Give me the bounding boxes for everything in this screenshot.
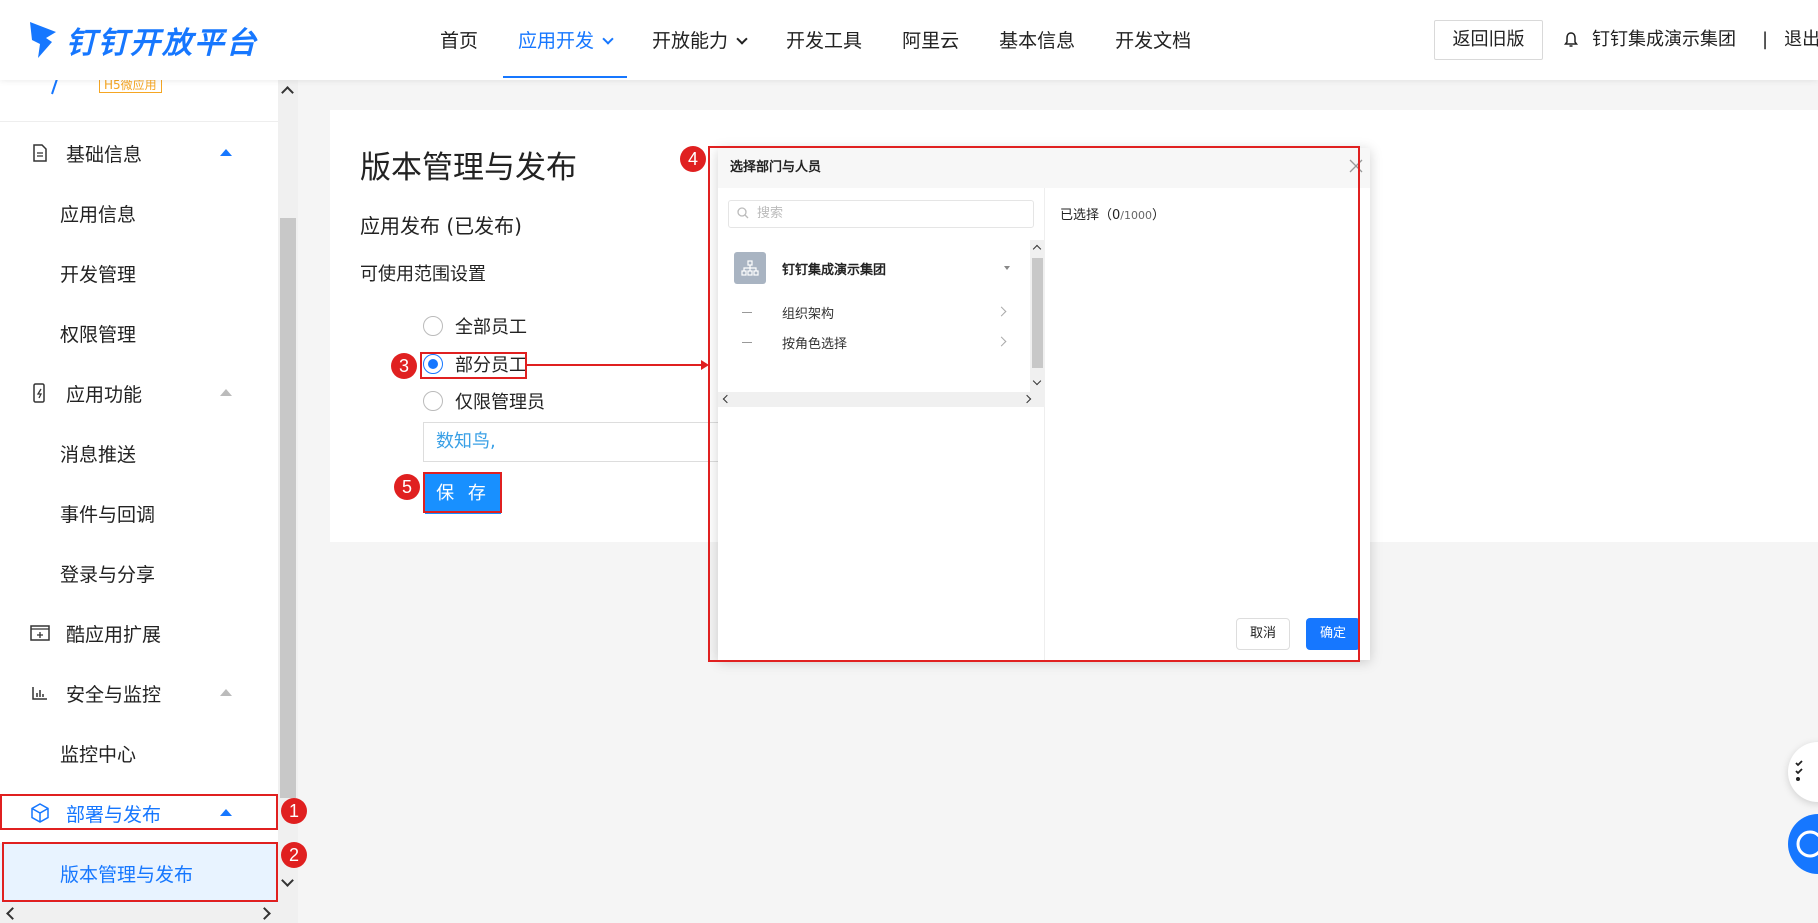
scroll-right-arrow-icon[interactable] <box>258 907 271 920</box>
return-old-version-button[interactable]: 返回旧版 <box>1434 20 1543 60</box>
radio-circle[interactable] <box>423 391 443 411</box>
annotation-number-1: 1 <box>281 798 307 824</box>
scroll-left-arrow-icon[interactable] <box>6 907 19 920</box>
nav-label: 首页 <box>440 30 479 52</box>
sidebar-item-label: 应用功能 <box>66 383 143 406</box>
app-type-tag: H5微应用 <box>99 78 162 93</box>
sidebar-group-security[interactable]: 安全与监控 <box>0 663 278 723</box>
nav-label: 基本信息 <box>999 30 1076 52</box>
separator: | <box>1762 29 1769 50</box>
nav-app-development[interactable]: 应用开发 <box>498 0 632 80</box>
annotation-number-2: 2 <box>281 842 307 868</box>
sidebar-horizontal-scrollbar[interactable] <box>0 903 278 923</box>
floating-assistant-button[interactable] <box>1788 814 1818 874</box>
sidebar-item-label: 基础信息 <box>66 143 143 166</box>
radio-label: 全部员工 <box>455 317 527 338</box>
scroll-down-arrow-icon[interactable] <box>281 874 294 887</box>
radio-all-staff[interactable]: 全部员工 <box>423 311 527 341</box>
bell-icon[interactable] <box>1562 31 1580 49</box>
annotation-number-5: 5 <box>394 474 420 500</box>
collapse-caret-icon <box>220 689 232 696</box>
document-icon <box>30 143 50 163</box>
bar-chart-icon <box>30 683 50 703</box>
annotation-box-3 <box>420 352 527 379</box>
collapse-caret-icon <box>220 389 232 396</box>
sidebar-item-label: 消息推送 <box>60 443 137 466</box>
sidebar-item-label: 监控中心 <box>60 743 137 766</box>
floating-checklist-button[interactable] <box>1788 742 1818 802</box>
plus-box-icon <box>30 623 50 643</box>
sidebar-item-label: 开发管理 <box>60 263 137 286</box>
org-area: 钉钉集成演示集团 | 退出 <box>1562 20 1818 60</box>
sidebar-vertical-scrollbar[interactable] <box>278 80 298 923</box>
scroll-up-arrow-icon[interactable] <box>281 86 294 99</box>
annotation-arrow <box>527 360 709 370</box>
chevron-down-icon <box>602 33 614 45</box>
sidebar-item-permission[interactable]: 权限管理 <box>0 303 278 363</box>
dingtalk-logo-icon <box>30 22 56 58</box>
nav-label: 开放能力 <box>652 30 729 52</box>
top-navigation-bar: 钉钉开放平台 首页 应用开发 开放能力 开发工具 阿里云 基本信息 开发文档 返… <box>0 0 1818 80</box>
nav-basic-info[interactable]: 基本信息 <box>979 0 1095 80</box>
checklist-icon <box>1795 760 1803 781</box>
nav-label: 开发工具 <box>786 30 863 52</box>
nav-label: 开发文档 <box>1115 30 1192 52</box>
sidebar-item-label: 权限管理 <box>60 323 137 346</box>
sidebar-item-label: 事件与回调 <box>60 503 156 526</box>
sidebar-item-events-callbacks[interactable]: 事件与回调 <box>0 483 278 543</box>
scope-member-input[interactable]: 数知鸟, <box>423 422 723 462</box>
radio-label: 仅限管理员 <box>455 392 545 413</box>
sidebar-item-login-share[interactable]: 登录与分享 <box>0 543 278 603</box>
annotation-box-4 <box>708 146 1360 662</box>
collapse-caret-icon <box>220 149 232 156</box>
sidebar-item-label: 安全与监控 <box>66 683 162 706</box>
app-header: H5微应用 <box>0 76 278 122</box>
nav-dev-tools[interactable]: 开发工具 <box>766 0 882 80</box>
chevron-down-icon <box>736 33 748 45</box>
section-title: 应用发布 (已发布) <box>360 214 522 238</box>
sidebar-item-label: 酷应用扩展 <box>66 623 162 646</box>
phone-bolt-icon <box>30 383 50 403</box>
logout-link[interactable]: 退出 <box>1784 20 1818 60</box>
annotation-box-5 <box>423 472 502 513</box>
sidebar-item-dev-management[interactable]: 开发管理 <box>0 243 278 303</box>
annotation-number-4: 4 <box>680 146 706 172</box>
sidebar-item-label: 登录与分享 <box>60 563 156 586</box>
sidebar-group-basic-info[interactable]: 基础信息 <box>0 123 278 183</box>
nav-dev-docs[interactable]: 开发文档 <box>1095 0 1211 80</box>
scrollbar-thumb[interactable] <box>280 218 296 798</box>
annotation-box-2 <box>2 842 278 902</box>
nav-label: 应用开发 <box>518 30 595 52</box>
main-nav: 首页 应用开发 开放能力 开发工具 阿里云 基本信息 开发文档 <box>420 0 1211 80</box>
radio-admin-only[interactable]: 仅限管理员 <box>423 386 545 416</box>
annotation-number-3: 3 <box>391 353 417 379</box>
sidebar-group-app-features[interactable]: 应用功能 <box>0 363 278 423</box>
radio-circle[interactable] <box>423 316 443 336</box>
nav-label: 阿里云 <box>902 30 960 52</box>
org-name[interactable]: 钉钉集成演示集团 <box>1592 20 1736 60</box>
nav-aliyun[interactable]: 阿里云 <box>882 0 979 80</box>
sidebar-item-message-push[interactable]: 消息推送 <box>0 423 278 483</box>
nav-open-capabilities[interactable]: 开放能力 <box>632 0 766 80</box>
logo-text: 钉钉开放平台 <box>66 26 258 61</box>
page-title: 版本管理与发布 <box>360 150 577 186</box>
scope-title: 可使用范围设置 <box>360 264 486 285</box>
logo[interactable]: 钉钉开放平台 <box>28 18 258 62</box>
assistant-icon <box>1796 830 1818 858</box>
sidebar-item-label: 应用信息 <box>60 203 137 226</box>
annotation-box-1 <box>0 794 278 830</box>
nav-home[interactable]: 首页 <box>420 0 498 80</box>
sidebar-group-cool-app[interactable]: 酷应用扩展 <box>0 603 278 663</box>
sidebar-item-monitor-center[interactable]: 监控中心 <box>0 723 278 783</box>
divider <box>0 121 278 122</box>
sidebar-item-app-info[interactable]: 应用信息 <box>0 183 278 243</box>
